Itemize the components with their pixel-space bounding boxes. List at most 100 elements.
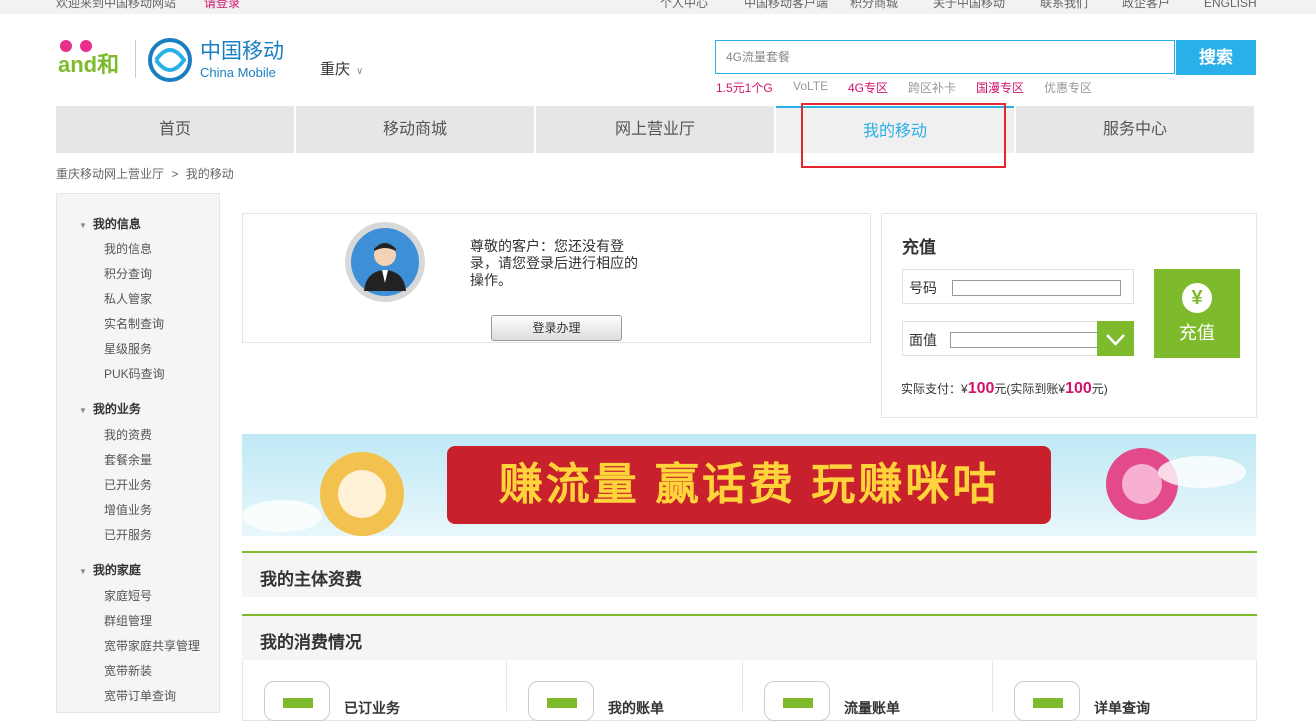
brand-cn-text: 中国移动 [200, 39, 284, 63]
user-avatar-icon [345, 222, 425, 302]
plan-section-title: 我的主体资费 [260, 570, 362, 589]
hot-link-card[interactable]: 跨区补卡 [908, 79, 956, 96]
sidebar-item-group[interactable]: 群组管理 [104, 612, 152, 629]
pay-suffix: 元) [1091, 382, 1108, 396]
sidebar-group-business[interactable]: ▼ 我的业务 [79, 400, 141, 417]
china-mobile-emblem-icon [148, 38, 192, 82]
pay-amount: 100 [967, 380, 995, 397]
number-input[interactable] [952, 280, 1121, 296]
brand-en-text: China Mobile [200, 65, 276, 80]
divider [506, 661, 507, 711]
top-bar: 欢迎来到中国移动网站 请登录 个人中心 中国移动客户端 积分商城 关于中国移动 … [0, 0, 1316, 14]
divider [742, 661, 743, 711]
pay-mid: 元(实际到账¥ [994, 382, 1066, 396]
sidebar: ▼ 我的信息 我的信息 积分查询 私人管家 实名制查询 星级服务 PUK码查询 ▼… [56, 193, 220, 713]
sidebar-item-tariff[interactable]: 我的资费 [104, 426, 152, 443]
recharge-button[interactable]: ¥ 充值 [1154, 269, 1240, 358]
sidebar-item-family-short[interactable]: 家庭短号 [104, 587, 152, 604]
sidebar-group-family[interactable]: ▼ 我的家庭 [79, 561, 141, 578]
contact-link[interactable]: 联系我们 [1040, 0, 1088, 9]
pay-prefix: 实际支付：¥ [901, 382, 968, 396]
tab-service-center[interactable]: 服务中心 [1016, 106, 1254, 153]
data-bill-link[interactable]: 流量账单 [844, 698, 900, 718]
and-he-logo[interactable]: and和 [56, 36, 126, 80]
points-mall-link[interactable]: 积分商城 [850, 0, 898, 9]
consumption-section-title: 我的消费情况 [260, 633, 362, 652]
sidebar-item-realname[interactable]: 实名制查询 [104, 315, 164, 332]
banner-text: 赚流量 赢话费 玩赚咪咕 [498, 460, 1000, 509]
triangle-down-icon: ▼ [79, 221, 87, 230]
subscriptions-link[interactable]: 已订业务 [344, 698, 400, 718]
number-label: 号码 [909, 280, 937, 296]
hot-link-4g[interactable]: 4G专区 [848, 79, 888, 96]
tab-home[interactable]: 首页 [56, 106, 294, 153]
hot-link-discount[interactable]: 优惠专区 [1044, 79, 1092, 96]
payment-summary: 实际支付：¥100元(实际到账¥100元) [901, 380, 1108, 398]
yen-icon: ¥ [1182, 283, 1212, 313]
recharge-button-label: 充值 [1179, 323, 1215, 343]
promo-banner[interactable]: 赚流量 赢话费 玩赚咪咕 [242, 434, 1256, 536]
city-selector[interactable]: 重庆 ∨ [320, 58, 363, 79]
chevron-down-icon: ∨ [356, 66, 364, 77]
breadcrumb-current: 我的移动 [185, 167, 234, 181]
credit-amount: 100 [1065, 380, 1092, 397]
sidebar-item-vas[interactable]: 增值业务 [104, 501, 152, 518]
welcome-text: 欢迎来到中国移动网站 [56, 0, 177, 10]
login-link[interactable]: 请登录 [204, 0, 240, 9]
bill-icon[interactable] [528, 681, 594, 721]
about-link[interactable]: 关于中国移动 [933, 0, 1005, 9]
brand-he-text: and和 [58, 52, 119, 77]
triangle-down-icon: ▼ [79, 567, 87, 576]
sidebar-group-title: 我的业务 [92, 402, 141, 416]
tab-mall[interactable]: 移动商城 [296, 106, 534, 153]
chevron-down-icon [1106, 334, 1125, 346]
data-bill-icon[interactable] [764, 681, 830, 721]
bill-link[interactable]: 我的账单 [608, 698, 664, 718]
subscriptions-icon[interactable] [264, 681, 330, 721]
client-app-link[interactable]: 中国移动客户端 [744, 0, 828, 9]
detail-query-icon[interactable] [1014, 681, 1080, 721]
hot-link-volte[interactable]: VoLTE [793, 79, 828, 93]
breadcrumb: 重庆移动网上营业厅 > 我的移动 [56, 165, 234, 182]
english-link[interactable]: ENGLISH [1204, 0, 1257, 9]
amount-select[interactable] [950, 332, 1098, 348]
sidebar-group-title: 我的信息 [92, 217, 141, 231]
sidebar-item-my-info[interactable]: 我的信息 [104, 240, 152, 257]
amount-label: 面值 [909, 332, 937, 348]
search-input[interactable]: 4G流量套餐 [715, 40, 1175, 74]
tab-online-hall[interactable]: 网上营业厅 [536, 106, 774, 153]
search-button[interactable]: 搜索 [1176, 40, 1256, 75]
login-message: 尊敬的客户：您还没有登录，请您登录后进行相应的操作。 [470, 238, 638, 288]
consumption-section: 我的消费情况 [242, 614, 1257, 660]
sidebar-group-info[interactable]: ▼ 我的信息 [79, 215, 141, 232]
personal-center-link[interactable]: 个人中心 [660, 0, 708, 9]
amount-dropdown-button[interactable] [1097, 321, 1134, 356]
city-label: 重庆 [320, 61, 351, 78]
highlight-box [801, 103, 1006, 168]
main-nav: 首页 移动商城 网上营业厅 我的移动 服务中心 [56, 106, 1256, 153]
breadcrumb-root[interactable]: 重庆移动网上营业厅 [56, 167, 164, 181]
sidebar-item-points[interactable]: 积分查询 [104, 265, 152, 282]
sidebar-item-puk[interactable]: PUK码查询 [104, 365, 165, 382]
logo-divider [135, 40, 136, 78]
hot-link-roaming[interactable]: 国漫专区 [976, 79, 1024, 96]
recharge-title: 充值 [902, 238, 936, 257]
sidebar-group-title: 我的家庭 [92, 563, 141, 577]
china-mobile-logo[interactable]: 中国移动 China Mobile [148, 36, 298, 84]
sidebar-item-star[interactable]: 星级服务 [104, 340, 152, 357]
login-button[interactable]: 登录办理 [491, 315, 622, 341]
sidebar-item-balance[interactable]: 套餐余量 [104, 451, 152, 468]
breadcrumb-separator: > [171, 167, 179, 181]
sidebar-item-broadband-order[interactable]: 宽带订单查询 [104, 687, 176, 704]
sidebar-item-services[interactable]: 已开服务 [104, 526, 152, 543]
sidebar-item-butler[interactable]: 私人管家 [104, 290, 152, 307]
divider [992, 661, 993, 711]
sidebar-item-opened[interactable]: 已开业务 [104, 476, 152, 493]
triangle-down-icon: ▼ [79, 406, 87, 415]
detail-query-link[interactable]: 详单查询 [1094, 698, 1150, 718]
sidebar-item-broadband-new[interactable]: 宽带新装 [104, 662, 152, 679]
enterprise-link[interactable]: 政企客户 [1122, 0, 1170, 9]
plan-section: 我的主体资费 [242, 551, 1257, 597]
hot-link-1g[interactable]: 1.5元1个G [716, 79, 773, 96]
sidebar-item-broadband-share[interactable]: 宽带家庭共享管理 [104, 637, 200, 654]
